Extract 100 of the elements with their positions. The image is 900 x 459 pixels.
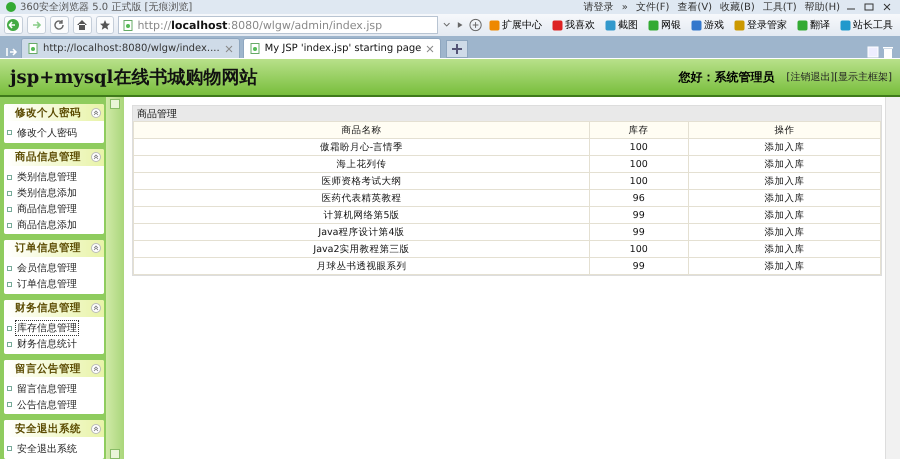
address-text: http://localhost:8080/wlgw/admin/index.jsp xyxy=(137,18,382,32)
collapse-icon xyxy=(91,108,101,118)
group-header[interactable]: 财务信息管理 xyxy=(4,300,104,317)
group-header[interactable]: 商品信息管理 xyxy=(4,148,104,166)
header-link[interactable]: [注销退出] xyxy=(786,70,834,84)
table-cell: 99 xyxy=(589,224,688,240)
table-cell: 计算机网络第5版 xyxy=(134,206,590,224)
menu-item[interactable]: 收藏(B) xyxy=(720,0,755,14)
browser-tab[interactable]: My JSP 'index.jsp' starting page xyxy=(242,38,442,58)
refresh-icon xyxy=(53,19,66,31)
toolbar-button[interactable]: 截图 xyxy=(602,18,642,32)
toolbar-icon xyxy=(552,20,564,30)
bullet-icon xyxy=(7,130,12,135)
column-header: 商品名称 xyxy=(134,122,590,138)
browser-logo-icon xyxy=(6,2,16,12)
menu-item[interactable]: 文件(F) xyxy=(636,0,670,14)
table-cell: 100 xyxy=(589,138,688,156)
toolbar-button[interactable]: 我喜欢 xyxy=(549,18,598,32)
bullet-icon xyxy=(7,386,12,392)
table-cell: 96 xyxy=(589,190,688,206)
address-field[interactable]: http://localhost:8080/wlgw/admin/index.jsp xyxy=(118,16,438,34)
bullet-icon xyxy=(7,222,12,228)
column-header: 操作 xyxy=(688,122,880,138)
menu-item[interactable]: 商品信息添加 xyxy=(7,218,104,233)
menu-item[interactable]: 查看(V) xyxy=(677,0,712,14)
group-header[interactable]: 安全退出系统 xyxy=(4,420,104,438)
toolbar-icon xyxy=(691,20,702,30)
toolbar-button[interactable]: 站长工具 xyxy=(837,18,896,32)
menu-item[interactable]: 类别信息管理 xyxy=(7,170,104,185)
menu-item[interactable]: » xyxy=(622,2,628,12)
group-header[interactable]: 留言公告管理 xyxy=(4,360,104,378)
bullet-icon xyxy=(7,174,12,180)
add-stock-link[interactable]: 添加入库 xyxy=(688,258,880,274)
plus-icon xyxy=(452,44,462,54)
menu-item[interactable]: 请登录 xyxy=(584,0,614,14)
go-icon[interactable] xyxy=(455,20,465,30)
page-icon xyxy=(123,20,134,30)
back-icon xyxy=(7,19,20,31)
browser-tab[interactable]: http://localhost:8080/wlgw/index.... xyxy=(21,38,240,58)
toolbar-button[interactable]: 网银 xyxy=(645,18,684,32)
collapse-icon xyxy=(91,243,101,254)
toolbar-button[interactable]: 翻译 xyxy=(794,18,834,32)
bullet-icon xyxy=(7,206,12,212)
add-stock-link[interactable]: 添加入库 xyxy=(688,240,880,258)
maximize-icon[interactable] xyxy=(862,2,876,12)
bullet-icon xyxy=(7,282,12,287)
add-stock-link[interactable]: 添加入库 xyxy=(688,172,880,190)
page-icon xyxy=(250,43,260,54)
menu-item[interactable]: 帮助(H) xyxy=(804,0,840,14)
refresh-button[interactable] xyxy=(50,16,69,34)
menu-item[interactable]: 公告信息管理 xyxy=(7,397,104,412)
menu-item[interactable]: 安全退出系统 xyxy=(7,441,104,456)
toolbar-button[interactable]: 游戏 xyxy=(688,18,728,32)
toolbar-icon xyxy=(648,20,660,30)
add-stock-link[interactable]: 添加入库 xyxy=(688,206,880,224)
collapse-icon xyxy=(91,303,101,314)
menu-item[interactable]: 商品信息管理 xyxy=(7,202,104,217)
sidebar-toggle-icon[interactable] xyxy=(6,46,18,58)
table-cell: 傲霜盼月心-言情季 xyxy=(134,138,590,156)
collapse-icon xyxy=(91,152,101,162)
table-cell: 海上花列传 xyxy=(134,156,590,172)
toolbar-icon xyxy=(605,20,616,30)
star-button[interactable] xyxy=(96,16,114,34)
collapse-icon xyxy=(91,424,101,434)
home-button[interactable] xyxy=(72,16,92,34)
toolbar-button[interactable]: 登录管家 xyxy=(731,18,790,32)
tab-title: http://localhost:8080/wlgw/index.... xyxy=(43,43,220,54)
bullet-icon xyxy=(7,402,12,408)
menu-item[interactable]: 留言信息管理 xyxy=(7,381,104,396)
add-stock-link[interactable]: 添加入库 xyxy=(688,138,880,156)
back-button[interactable] xyxy=(4,16,23,34)
bullet-icon xyxy=(7,446,12,452)
group-header[interactable]: 订单信息管理 xyxy=(4,240,104,257)
site-title: jsp+mysql在线书城购物网站 xyxy=(10,66,258,89)
header-link[interactable]: [显示主框架] xyxy=(834,70,892,84)
menu-item[interactable]: 修改个人密码 xyxy=(7,125,104,140)
column-header: 库存 xyxy=(589,122,688,138)
group-header[interactable]: 修改个人密码 xyxy=(4,104,104,121)
table-cell: 医药代表精英教程 xyxy=(134,190,590,206)
toolbar-button[interactable]: 扩展中心 xyxy=(486,18,546,32)
panel-title: 商品管理 xyxy=(133,106,881,121)
bullet-icon xyxy=(7,342,12,347)
new-tab-button[interactable] xyxy=(446,40,468,58)
table-cell: 医师资格考试大纲 xyxy=(134,172,590,190)
menu-item[interactable]: 工具(T) xyxy=(762,0,797,14)
menu-item[interactable]: 类别信息添加 xyxy=(7,186,104,201)
add-stock-link[interactable]: 添加入库 xyxy=(688,224,880,240)
menu-item[interactable]: 订单信息管理 xyxy=(7,276,104,292)
table-cell: 月球丛书透视眼系列 xyxy=(134,258,590,274)
table-cell: 100 xyxy=(589,156,688,172)
table-cell: 100 xyxy=(589,240,688,258)
add-stock-link[interactable]: 添加入库 xyxy=(688,190,880,206)
menu-item[interactable]: 会员信息管理 xyxy=(7,260,104,276)
menu-item[interactable]: 财务信息统计 xyxy=(7,336,104,352)
toolbar-icon xyxy=(840,20,852,30)
toolbar-icon xyxy=(734,20,746,30)
add-stock-link[interactable]: 添加入库 xyxy=(688,156,880,172)
forward-icon xyxy=(30,19,42,31)
window-title: 360安全浏览器 5.0 正式版 [无痕浏览] xyxy=(20,0,194,14)
page-icon xyxy=(28,43,38,54)
